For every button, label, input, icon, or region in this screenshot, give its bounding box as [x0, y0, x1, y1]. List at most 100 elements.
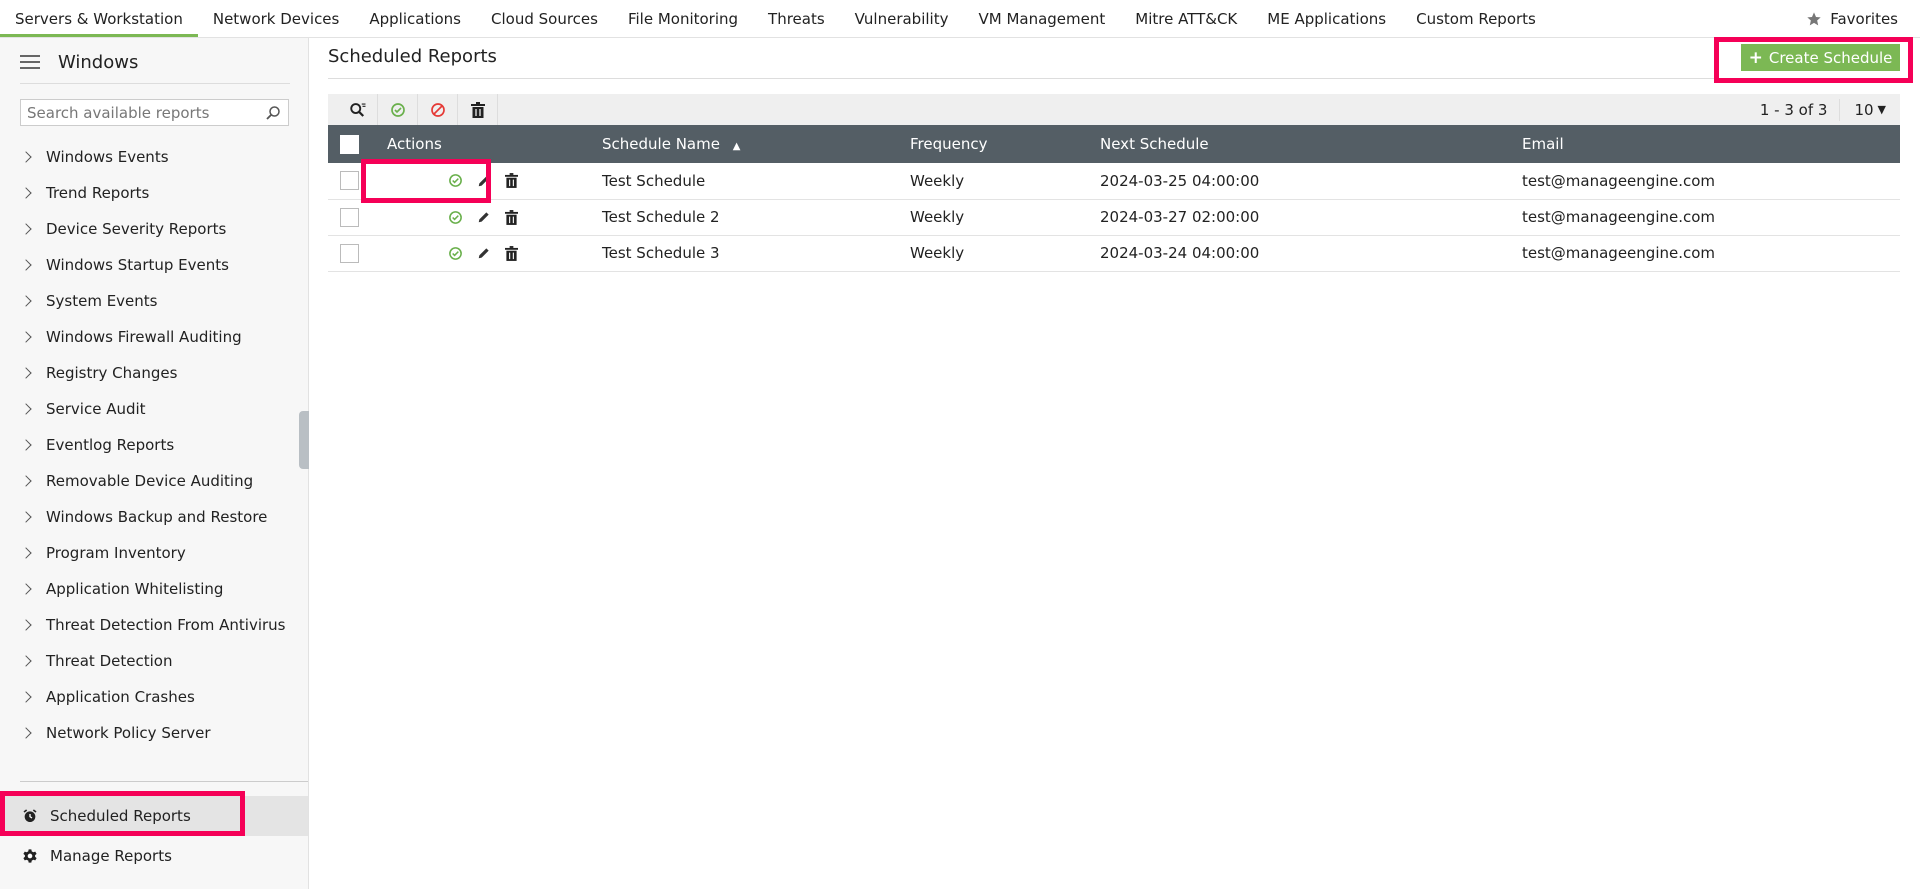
edit-pencil-icon[interactable] — [477, 246, 491, 260]
sidebar-item-label: Device Severity Reports — [46, 220, 227, 238]
sidebar-item-application-whitelisting[interactable]: Application Whitelisting — [0, 571, 308, 607]
tab-vm-management[interactable]: VM Management — [963, 0, 1120, 37]
trash-icon[interactable] — [505, 173, 518, 189]
enable-icon[interactable] — [448, 173, 463, 188]
search-filter-icon — [349, 102, 365, 117]
enable-icon[interactable] — [448, 246, 463, 261]
tab-file-monitoring[interactable]: File Monitoring — [613, 0, 753, 37]
sidebar-item-label: Program Inventory — [46, 544, 186, 562]
delete-button[interactable] — [458, 94, 498, 125]
enable-button[interactable] — [378, 94, 418, 125]
sidebar-item-eventlog-reports[interactable]: Eventlog Reports — [0, 427, 308, 463]
favorites-label: Favorites — [1830, 9, 1898, 28]
search-box — [20, 99, 289, 126]
sidebar-header: Windows — [20, 48, 138, 76]
favorites-link[interactable]: Favorites — [1806, 0, 1898, 37]
sidebar-title: Windows — [58, 51, 139, 73]
col-frequency: Frequency — [910, 125, 1100, 163]
sidebar-item-manage-reports[interactable]: Manage Reports — [0, 836, 308, 876]
row-checkbox[interactable] — [340, 207, 359, 227]
sidebar-item-device-severity-reports[interactable]: Device Severity Reports — [0, 211, 308, 247]
report-list: Windows Events Trend Reports Device Severi… — [0, 139, 308, 751]
sidebar-item-label: Application Whitelisting — [46, 580, 224, 598]
select-all-checkbox[interactable] — [340, 134, 359, 154]
sidebar-item-threat-detection[interactable]: Threat Detection — [0, 643, 308, 679]
tab-threats[interactable]: Threats — [753, 0, 840, 37]
col-email: Email — [1522, 125, 1900, 163]
page-count: 1 - 3 of 3 — [1760, 98, 1841, 121]
sidebar-item-threat-detection-from-antivirus[interactable]: Threat Detection From Antivirus — [0, 607, 308, 643]
sidebar-item-trend-reports[interactable]: Trend Reports — [0, 175, 308, 211]
check-circle-icon — [390, 102, 405, 117]
tab-custom-reports[interactable]: Custom Reports — [1401, 0, 1551, 37]
frequency: Weekly — [910, 199, 1100, 236]
tab-me-applications[interactable]: ME Applications — [1252, 0, 1401, 37]
tab-cloud-sources[interactable]: Cloud Sources — [476, 0, 613, 37]
table-header: Actions Schedule Name ▲ Frequency Next S… — [328, 125, 1900, 163]
sidebar-item-scheduled-reports[interactable]: Scheduled Reports — [0, 796, 308, 836]
chevron-right-icon — [20, 331, 32, 343]
tab-vulnerability[interactable]: Vulnerability — [840, 0, 964, 37]
edit-pencil-icon[interactable] — [477, 174, 491, 188]
sidebar-item-system-events[interactable]: System Events — [0, 283, 308, 319]
sidebar-item-removable-device-auditing[interactable]: Removable Device Auditing — [0, 463, 308, 499]
sidebar-item-windows-backup-and-restore[interactable]: Windows Backup and Restore — [0, 499, 308, 535]
search-input[interactable] — [27, 103, 247, 122]
tab-network-devices[interactable]: Network Devices — [198, 0, 355, 37]
create-schedule-button[interactable]: + Create Schedule — [1741, 44, 1900, 71]
chevron-right-icon — [20, 295, 32, 307]
tab-servers-workstation[interactable]: Servers & Workstation — [0, 0, 198, 37]
tab-applications[interactable]: Applications — [354, 0, 476, 37]
sidebar-item-windows-events[interactable]: Windows Events — [0, 139, 308, 175]
schedule-name: Test Schedule 2 — [602, 199, 910, 236]
sidebar-item-label: System Events — [46, 292, 158, 310]
page-size-select[interactable]: 10 ▼ — [1840, 101, 1900, 119]
sidebar: Windows Windows Events Trend Reports Devic… — [0, 38, 309, 889]
sidebar-item-label: Windows Events — [46, 148, 169, 166]
col-actions: Actions — [387, 125, 602, 163]
divider — [328, 78, 1900, 79]
chevron-right-icon — [20, 655, 32, 667]
chevron-right-icon — [20, 439, 32, 451]
chevron-right-icon — [20, 475, 32, 487]
sidebar-item-network-policy-server[interactable]: Network Policy Server — [0, 715, 308, 751]
tab-mitre-att-ck[interactable]: Mitre ATT&CK — [1120, 0, 1252, 37]
row-checkbox[interactable] — [340, 243, 359, 263]
sidebar-item-label: Eventlog Reports — [46, 436, 175, 454]
col-schedule-name[interactable]: Schedule Name ▲ — [602, 125, 910, 163]
sidebar-item-registry-changes[interactable]: Registry Changes — [0, 355, 308, 391]
trash-icon[interactable] — [505, 245, 518, 261]
filter-search-button[interactable] — [338, 94, 378, 125]
col-next-schedule: Next Schedule — [1100, 125, 1522, 163]
gear-icon — [23, 849, 37, 863]
enable-icon[interactable] — [448, 210, 463, 225]
sidebar-item-windows-firewall-auditing[interactable]: Windows Firewall Auditing — [0, 319, 308, 355]
sidebar-item-program-inventory[interactable]: Program Inventory — [0, 535, 308, 571]
disable-button[interactable] — [418, 94, 458, 125]
table-row: Test Schedule Weekly 2024-03-25 04:00:00 te… — [328, 163, 1900, 200]
next-schedule: 2024-03-27 02:00:00 — [1100, 199, 1522, 236]
sidebar-item-service-audit[interactable]: Service Audit — [0, 391, 308, 427]
menu-icon[interactable] — [20, 55, 40, 69]
chevron-right-icon — [20, 511, 32, 523]
chevron-right-icon — [20, 367, 32, 379]
sidebar-collapse-handle[interactable] — [299, 411, 309, 469]
block-icon — [430, 102, 445, 117]
trash-icon[interactable] — [505, 209, 518, 225]
divider — [20, 83, 290, 84]
sidebar-item-windows-startup-events[interactable]: Windows Startup Events — [0, 247, 308, 283]
row-actions — [448, 245, 602, 261]
edit-pencil-icon[interactable] — [477, 210, 491, 224]
row-checkbox[interactable] — [340, 171, 359, 191]
label: Scheduled Reports — [50, 807, 191, 825]
search-icon[interactable] — [264, 104, 282, 122]
sidebar-item-label: Application Crashes — [46, 688, 195, 706]
row-actions — [448, 173, 602, 189]
chevron-right-icon — [20, 583, 32, 595]
sidebar-item-application-crashes[interactable]: Application Crashes — [0, 679, 308, 715]
pagination: 1 - 3 of 3 10 ▼ — [1760, 94, 1900, 125]
frequency: Weekly — [910, 235, 1100, 272]
create-schedule-label: Create Schedule — [1768, 48, 1893, 67]
chevron-right-icon — [20, 187, 32, 199]
email: test@manageengine.com — [1522, 163, 1900, 200]
